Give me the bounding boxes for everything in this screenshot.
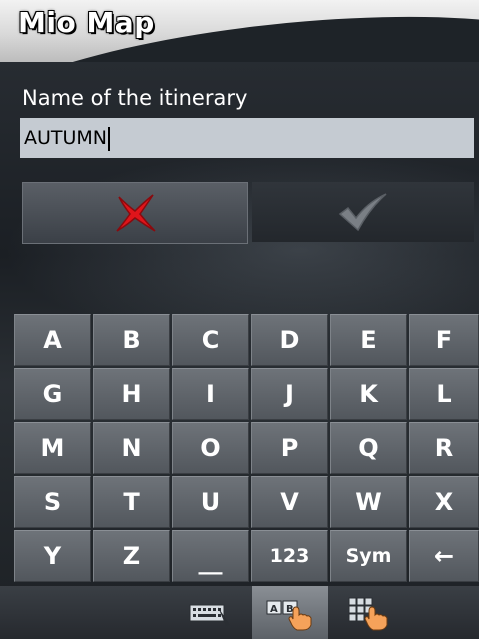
itinerary-name-label: Name of the itinerary <box>22 86 248 110</box>
key-k[interactable]: K <box>330 368 407 420</box>
key-t[interactable]: T <box>93 476 170 528</box>
key-l[interactable]: L <box>409 368 479 420</box>
key-p[interactable]: P <box>251 422 328 474</box>
key-h[interactable]: H <box>93 368 170 420</box>
app-header: Mio Map <box>0 0 479 62</box>
itinerary-name-input[interactable]: AUTUMN <box>20 118 474 158</box>
key-z[interactable]: Z <box>93 530 170 582</box>
mode-ab-touch-button[interactable]: A B <box>252 586 328 639</box>
key-x[interactable]: X <box>409 476 479 528</box>
key-n[interactable]: N <box>93 422 170 474</box>
key-r[interactable]: R <box>409 422 479 474</box>
ab-touch-icon: A B <box>266 600 312 630</box>
on-screen-keyboard: A B C D E F G H I J K L M N O P Q R S T … <box>0 314 479 584</box>
keyboard-icon <box>189 604 230 626</box>
key-backspace[interactable]: ← <box>409 530 479 582</box>
cancel-button[interactable] <box>22 182 248 244</box>
key-w[interactable]: W <box>330 476 407 528</box>
screen: Mio Map Name of the itinerary AUTUMN A B… <box>0 0 479 639</box>
key-b[interactable]: B <box>93 314 170 366</box>
confirm-button[interactable] <box>252 182 474 242</box>
key-o[interactable]: O <box>172 422 249 474</box>
key-y[interactable]: Y <box>14 530 91 582</box>
app-title: Mio Map <box>18 6 155 39</box>
checkmark-icon <box>338 193 387 232</box>
key-d[interactable]: D <box>251 314 328 366</box>
key-e[interactable]: E <box>330 314 407 366</box>
key-j[interactable]: J <box>251 368 328 420</box>
key-q[interactable]: Q <box>330 422 407 474</box>
key-symbols[interactable]: Sym <box>330 530 407 582</box>
key-v[interactable]: V <box>251 476 328 528</box>
key-i[interactable]: I <box>172 368 249 420</box>
key-c[interactable]: C <box>172 314 249 366</box>
key-a[interactable]: A <box>14 314 91 366</box>
key-g[interactable]: G <box>14 368 91 420</box>
svg-text:A: A <box>270 604 278 615</box>
keypad-touch-icon <box>348 597 388 630</box>
cancel-x-icon <box>116 194 156 232</box>
key-numbers[interactable]: 123 <box>251 530 328 582</box>
key-m[interactable]: M <box>14 422 91 474</box>
key-s[interactable]: S <box>14 476 91 528</box>
key-space[interactable]: __ <box>172 530 249 582</box>
svg-text:B: B <box>286 604 294 615</box>
itinerary-name-value: AUTUMN <box>24 127 108 149</box>
key-u[interactable]: U <box>172 476 249 528</box>
key-f[interactable]: F <box>409 314 479 366</box>
mode-keyboard-button[interactable] <box>172 586 248 639</box>
text-caret <box>108 126 111 151</box>
mode-keypad-touch-button[interactable] <box>332 586 408 639</box>
